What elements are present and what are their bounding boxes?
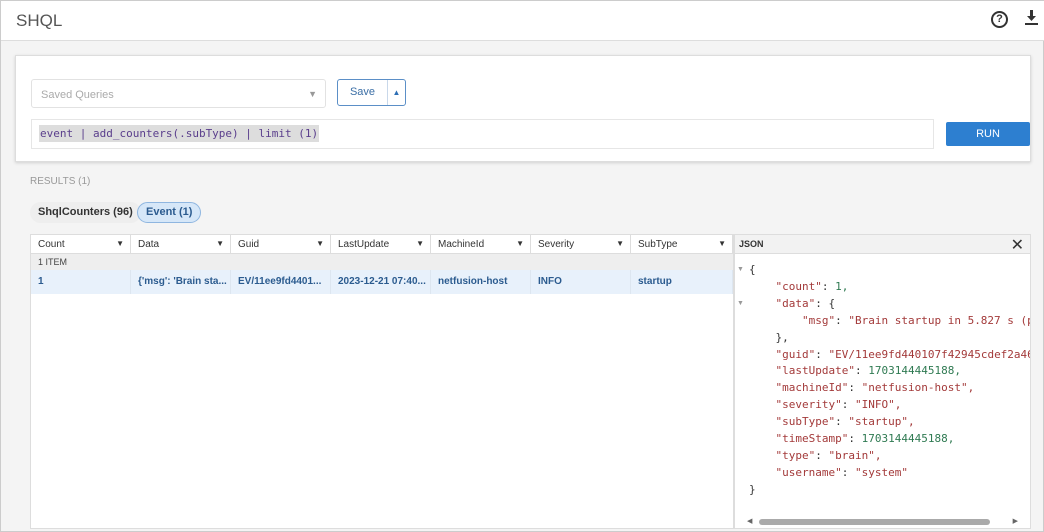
column-header-severity[interactable]: Severity ▼	[531, 235, 631, 254]
json-line: "count": 1,	[775, 279, 849, 293]
column-menu-caret-icon[interactable]: ▼	[116, 239, 124, 248]
download-icon[interactable]	[1025, 10, 1038, 31]
saved-queries-placeholder: Saved Queries	[41, 89, 114, 101]
cell-lastupdate: 2023-12-21 07:40...	[331, 270, 431, 294]
column-header-count[interactable]: Count ▼	[31, 235, 131, 254]
json-key: "username"	[775, 465, 842, 479]
cell-guid: EV/11ee9fd4401...	[231, 270, 331, 294]
saved-queries-dropdown[interactable]: Saved Queries ▼	[31, 79, 326, 108]
save-button-group: Save ▲	[337, 79, 406, 106]
column-label: Severity	[538, 239, 575, 250]
column-header-data[interactable]: Data ▼	[131, 235, 231, 254]
query-editor[interactable]: event | add_counters(.subType) | limit (…	[31, 119, 934, 149]
scroll-right-icon[interactable]: ▶	[1013, 517, 1018, 525]
cell-severity: INFO	[531, 270, 631, 294]
column-menu-caret-icon[interactable]: ▼	[216, 239, 224, 248]
chevron-down-icon: ▼	[308, 89, 317, 99]
column-menu-caret-icon[interactable]: ▼	[316, 239, 324, 248]
column-label: MachineId	[438, 239, 485, 250]
column-header-subtype[interactable]: SubType ▼	[631, 235, 733, 254]
json-line: "machineId": "netfusion-host",	[775, 381, 975, 395]
json-value: 1703144445188,	[868, 364, 961, 378]
json-key: "subType"	[775, 415, 836, 429]
json-panel-header: JSON ✕	[735, 235, 1030, 254]
json-line: "severity": "INFO",	[775, 398, 902, 412]
json-line: "type": "brain",	[775, 448, 882, 462]
run-button[interactable]: RUN	[946, 122, 1030, 146]
column-header-lastupdate[interactable]: LastUpdate ▼	[331, 235, 431, 254]
json-line: "username": "system"	[775, 465, 908, 479]
cell-subtype: startup	[631, 270, 733, 294]
json-value: "netfusion-host",	[861, 381, 975, 395]
fold-toggle-icon[interactable]: ▼	[737, 300, 744, 307]
cell-machineid: netfusion-host	[431, 270, 531, 294]
column-menu-caret-icon[interactable]: ▼	[516, 239, 524, 248]
column-header-guid[interactable]: Guid ▼	[231, 235, 331, 254]
scroll-left-icon[interactable]: ◀	[747, 517, 752, 525]
query-card: Saved Queries ▼ Save ▲ event | add_count…	[15, 55, 1031, 162]
json-line: "lastUpdate": 1703144445188,	[775, 364, 961, 378]
column-label: Guid	[238, 239, 260, 250]
json-key: "msg"	[801, 313, 836, 327]
column-menu-caret-icon[interactable]: ▼	[416, 239, 424, 248]
query-text: event | add_counters(.subType) | limit (…	[39, 125, 320, 142]
json-line: },	[749, 330, 1030, 347]
json-bracket: {	[749, 263, 756, 276]
column-label: Data	[138, 239, 160, 250]
app-header: SHQL ?	[1, 1, 1044, 41]
column-label: SubType	[638, 239, 678, 250]
json-line: }	[749, 482, 1030, 499]
results-table: 1 ITEM 1 {'msg': 'Brain sta... EV/11ee9fd4…	[30, 234, 734, 529]
json-value: 1703144445188,	[861, 432, 955, 446]
page-title: SHQL	[16, 11, 63, 30]
tab-shql-counters[interactable]: ShqlCounters (96)	[30, 202, 141, 223]
json-key: "data"	[775, 296, 816, 310]
json-key: "count"	[775, 279, 822, 293]
scrollbar-thumb[interactable]	[759, 519, 990, 525]
json-key: "type"	[775, 448, 816, 462]
json-key: "timeStamp"	[775, 432, 849, 446]
json-key: "machineId"	[775, 381, 849, 395]
json-line: {	[749, 262, 1030, 279]
json-value: "INFO",	[854, 398, 902, 412]
json-bracket: },	[775, 330, 789, 344]
help-circle-icon[interactable]: ?	[991, 11, 1008, 28]
json-value: "EV/11ee9fd440107f42945cdef2a46bc29e	[828, 347, 1031, 361]
json-panel-title: JSON	[739, 239, 764, 249]
column-header-machineid[interactable]: MachineId ▼	[431, 235, 531, 254]
json-value: "Brain startup in 5.827 s (pid 1)	[848, 313, 1030, 327]
horizontal-scrollbar[interactable]: ◀ ▶	[747, 517, 1018, 526]
json-value: "system"	[854, 465, 908, 479]
save-options-caret-up-icon[interactable]: ▲	[388, 80, 405, 105]
column-menu-caret-icon[interactable]: ▼	[616, 239, 624, 248]
json-bracket: }	[749, 482, 756, 496]
json-value: "brain",	[828, 448, 882, 462]
table-row[interactable]: 1 {'msg': 'Brain sta... EV/11ee9fd4401... 2…	[31, 270, 733, 294]
json-value: 1,	[835, 279, 849, 293]
cell-data: {'msg': 'Brain sta...	[131, 270, 231, 294]
json-line: "msg": "Brain startup in 5.827 s (pid 1)	[749, 313, 1030, 330]
json-line: "guid": "EV/11ee9fd440107f42945cdef2a46b…	[749, 347, 1031, 364]
json-panel: JSON ✕ { "count": 1, "data": { "msg": "B…	[734, 234, 1031, 529]
json-line: "data": {	[775, 296, 836, 310]
close-icon[interactable]: ✕	[1011, 235, 1024, 255]
tab-event[interactable]: Event (1)	[137, 202, 202, 223]
json-viewer: { "count": 1, "data": { "msg": "Brain st…	[735, 255, 1030, 516]
column-label: LastUpdate	[338, 239, 390, 250]
json-key: "lastUpdate"	[775, 364, 855, 378]
json-line: "subType": "startup",	[775, 415, 915, 429]
json-line: "timeStamp": 1703144445188,	[775, 432, 955, 446]
json-value: "startup",	[848, 415, 915, 429]
fold-toggle-icon[interactable]: ▼	[737, 266, 744, 273]
save-button[interactable]: Save	[338, 80, 388, 105]
column-menu-caret-icon[interactable]: ▼	[718, 239, 726, 248]
cell-count: 1	[31, 270, 131, 294]
json-value: {	[828, 296, 836, 310]
json-key: "severity"	[775, 398, 842, 412]
results-label: RESULTS (1)	[30, 176, 91, 187]
group-row: 1 ITEM	[31, 254, 733, 270]
json-key: "guid"	[775, 347, 816, 361]
column-label: Count	[38, 239, 65, 250]
